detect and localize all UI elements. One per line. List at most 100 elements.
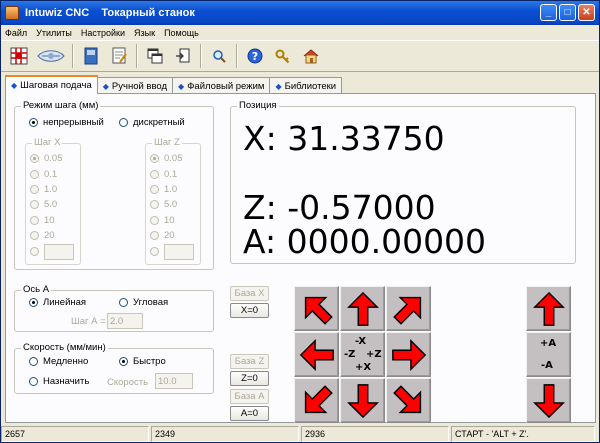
arrow-right-icon (391, 338, 426, 371)
arrow-up-right-icon (392, 296, 421, 325)
step-z-custom-radio[interactable] (150, 247, 164, 256)
help-icon[interactable]: ? (241, 42, 269, 70)
plus-x-label: +X (355, 362, 372, 373)
jog-a-down-button[interactable] (526, 378, 571, 423)
step-x-custom-radio[interactable] (30, 247, 44, 256)
jog-up-button[interactable] (340, 286, 385, 331)
jog-left-button[interactable] (294, 332, 339, 377)
arrow-left-icon (299, 338, 334, 371)
step-x-option[interactable]: 0.05 (30, 153, 63, 164)
jog-down-right-button[interactable] (386, 378, 431, 423)
menu-utilities[interactable]: Утилиты (36, 28, 72, 38)
step-x-option[interactable]: 20 (30, 230, 55, 241)
linear-radio[interactable]: Линейная (29, 297, 86, 308)
menu-bar: Файл Утилиты Настройки Язык Помощь (1, 25, 599, 40)
discrete-radio[interactable]: дискретный (119, 117, 185, 128)
step-x-option[interactable]: 0.1 (30, 169, 57, 180)
step-x-custom-input[interactable] (44, 244, 74, 260)
jog-down-left-button[interactable] (294, 378, 339, 423)
base-a-button[interactable]: База А (230, 389, 269, 404)
tab-step-feed[interactable]: ◆ Шаговая подача (5, 75, 98, 94)
step-z-option[interactable]: 10 (150, 215, 175, 226)
position-a-readout: A: 0000.00000 (243, 222, 487, 261)
jog-a-up-button[interactable] (526, 286, 571, 331)
x-zero-button[interactable]: X=0 (230, 303, 269, 318)
close-button[interactable]: ✕ (578, 4, 595, 21)
step-x-option[interactable]: 1.0 (30, 184, 57, 195)
z-zero-button[interactable]: Z=0 (230, 371, 269, 386)
status-cell-4: СТАРТ - 'ALT + Z'. (451, 426, 595, 442)
step-z-option[interactable]: 0.05 (150, 153, 183, 164)
window-title: Intuwiz CNC Токарный станок (25, 7, 195, 19)
export-icon[interactable] (169, 42, 197, 70)
jog-up-right-button[interactable] (386, 286, 431, 331)
continuous-radio[interactable]: непрерывный (29, 117, 104, 128)
home-icon[interactable] (297, 42, 325, 70)
radio-indicator (29, 118, 38, 127)
status-bar: 2657 2349 2936 СТАРТ - 'ALT + Z'. (1, 426, 599, 442)
maximize-button[interactable]: □ (559, 4, 576, 21)
speed-input[interactable]: 10.0 (155, 373, 193, 389)
windows-icon[interactable] (141, 42, 169, 70)
menu-language[interactable]: Язык (134, 28, 155, 38)
step-mode-title: Режим шага (мм) (21, 100, 101, 111)
assign-radio[interactable]: Назначить (29, 376, 89, 387)
step-a-input[interactable]: 2.0 (107, 313, 143, 329)
step-z-group: Шаг Z 0.05 0.1 1.0 5.0 10 20 (145, 137, 201, 265)
arrow-down-left-icon (304, 384, 333, 413)
step-x-option[interactable]: 10 (30, 215, 55, 226)
menu-file[interactable]: Файл (5, 28, 27, 38)
angular-radio[interactable]: Угловая (119, 297, 168, 308)
position-x-readout: X: 31.33750 (243, 119, 445, 158)
arrow-down-icon (346, 383, 379, 418)
step-z-option[interactable]: 5.0 (150, 199, 177, 210)
step-z-option[interactable]: 1.0 (150, 184, 177, 195)
base-z-button[interactable]: База Z (230, 354, 269, 369)
app-icon (5, 6, 19, 20)
arrow-down-right-icon (392, 384, 421, 413)
key-icon[interactable] (269, 42, 297, 70)
grid-icon[interactable] (5, 42, 33, 70)
app-window: Intuwiz CNC Токарный станок _ □ ✕ Файл У… (0, 0, 600, 443)
step-x-group: Шаг X 0.05 0.1 1.0 5.0 10 20 (25, 137, 81, 265)
jog-down-button[interactable] (340, 378, 385, 423)
position-group: Позиция X: 31.33750 Z: -0.57000 A: 0000.… (230, 100, 576, 264)
tab-libraries[interactable]: ◆ Библиотеки (269, 77, 343, 94)
status-cell-3: 2936 (301, 426, 449, 442)
bullet-icon: ◆ (11, 81, 18, 90)
book-icon[interactable] (77, 42, 105, 70)
step-z-option[interactable]: 20 (150, 230, 175, 241)
fast-radio[interactable]: Быстро (119, 356, 166, 367)
lathe-icon[interactable] (33, 42, 69, 70)
minus-a-label: -A (541, 360, 553, 371)
step-z-custom-input[interactable] (164, 244, 194, 260)
jog-right-button[interactable] (386, 332, 431, 377)
jog-center-labels: -X -Z +Z +X (340, 332, 385, 377)
tab-file-mode[interactable]: ◆ Файловый режим (172, 77, 271, 94)
minimize-button[interactable]: _ (540, 4, 557, 21)
radio-indicator (119, 118, 128, 127)
speed-label: Скорость (107, 377, 149, 388)
zoom-icon[interactable] (205, 42, 233, 70)
slow-radio[interactable]: Медленно (29, 356, 88, 367)
title-bar[interactable]: Intuwiz CNC Токарный станок _ □ ✕ (1, 1, 599, 25)
minus-x-label: -X (355, 336, 367, 347)
a-zero-button[interactable]: A=0 (230, 406, 269, 421)
tab-manual-input[interactable]: ◆ Ручной ввод (96, 77, 174, 94)
step-z-title: Шаг Z (152, 137, 182, 148)
jog-a-labels: +A -A (526, 332, 571, 377)
axis-a-group: Ось А Линейная Угловая Шаг А = 2.0 (14, 284, 214, 332)
menu-settings[interactable]: Настройки (81, 28, 125, 38)
step-x-title: Шаг X (32, 137, 63, 148)
step-z-option[interactable]: 0.1 (150, 169, 177, 180)
bullet-icon: ◆ (275, 81, 282, 91)
position-title: Позиция (237, 100, 279, 111)
jog-up-left-button[interactable] (294, 286, 339, 331)
step-x-option[interactable]: 5.0 (30, 199, 57, 210)
base-x-button[interactable]: База X (230, 286, 269, 301)
document-edit-icon[interactable] (105, 42, 133, 70)
tab-panel: Режим шага (мм) непрерывный дискретный Ш… (5, 93, 596, 423)
menu-help[interactable]: Помощь (164, 28, 199, 38)
plus-a-label: +A (540, 338, 557, 349)
status-cell-1: 2657 (1, 426, 149, 442)
